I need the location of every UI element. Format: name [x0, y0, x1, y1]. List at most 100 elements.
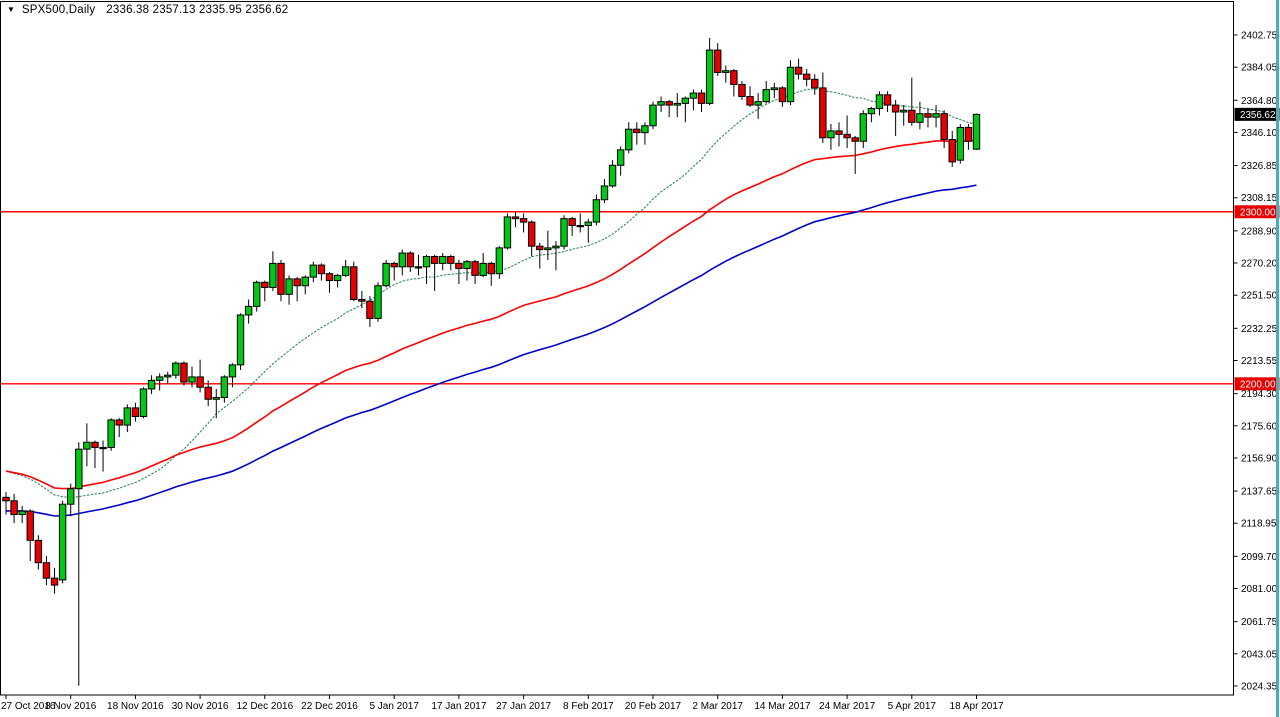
candle-body — [439, 255, 447, 264]
candle-body — [317, 264, 326, 275]
candle-body — [714, 49, 722, 73]
candle-body — [333, 274, 342, 282]
candle-body — [374, 285, 382, 319]
candle-body — [705, 49, 714, 104]
candle-body — [916, 113, 924, 123]
candle-body — [91, 441, 99, 448]
candlestick-chart[interactable]: 2402.75 2384.05 2364.80 2346.10 2326.85 2308.… — [0, 0, 1280, 717]
candle-body — [220, 376, 229, 399]
time-axis-label: 17 Jan 2017 — [431, 701, 486, 712]
candle-body — [155, 376, 164, 381]
ohlc-values: 2336.38 2357.13 2335.95 2356.62 — [106, 4, 289, 16]
time-axis-label: 5 Apr 2017 — [888, 701, 937, 712]
candle-body — [406, 252, 415, 268]
candle-body — [301, 276, 309, 287]
symbol-timeframe-label: SPX500,Daily — [21, 4, 96, 16]
candle-body — [2, 496, 10, 502]
price-axis-label: 2288.90 — [1241, 226, 1278, 237]
candle-body — [536, 245, 544, 251]
candle-body — [932, 113, 940, 118]
candle-body — [511, 216, 520, 220]
candle-body — [26, 510, 34, 541]
candle-body — [576, 225, 584, 228]
candle-body — [811, 78, 819, 89]
price-axis-label: 2061.75 — [1241, 617, 1278, 628]
time-axis-label: 14 Mar 2017 — [754, 701, 811, 712]
candle-body — [649, 104, 657, 127]
candle-body — [875, 94, 884, 110]
time-axis-label: 22 Dec 2016 — [301, 701, 358, 712]
candle-body — [972, 113, 981, 150]
time-axis-label: 18 Nov 2016 — [107, 701, 164, 712]
candle-body — [75, 448, 83, 490]
time-axis-label: 8 Nov 2016 — [45, 701, 97, 712]
time-axis-label: 12 Dec 2016 — [236, 701, 293, 712]
plot-area-frame — [0, 1, 1234, 696]
candle-body — [204, 386, 212, 400]
price-axis[interactable]: 2402.75 2384.05 2364.80 2346.10 2326.85 2308.… — [1233, 31, 1280, 693]
price-axis-label: 2346.10 — [1241, 128, 1278, 139]
candle-body — [414, 266, 423, 269]
price-axis-label: 2326.85 — [1241, 161, 1278, 172]
time-axis-label: 5 Jan 2017 — [369, 701, 419, 712]
candle-body — [681, 97, 690, 104]
candle-body — [503, 216, 512, 249]
candle-body — [859, 113, 867, 142]
candle-body — [544, 247, 552, 251]
candle-body — [422, 255, 431, 268]
candle-body — [956, 126, 965, 161]
time-axis-label: 8 Feb 2017 — [563, 701, 614, 712]
candle-body — [430, 255, 439, 264]
candle-body — [18, 510, 26, 516]
candle-body — [673, 102, 681, 106]
time-axis-label: 24 Mar 2017 — [819, 701, 876, 712]
candle-body — [196, 376, 204, 388]
candle-body — [83, 441, 91, 450]
price-axis-label: 2137.65 — [1241, 487, 1278, 498]
candle-body — [325, 273, 334, 282]
candle-body — [697, 92, 706, 104]
candle-body — [277, 262, 285, 295]
candle-body — [608, 164, 617, 187]
candle-body — [641, 125, 649, 134]
candle-body — [746, 96, 754, 106]
candle-body — [584, 221, 592, 227]
candle-body — [843, 133, 851, 139]
price-axis-label: 2175.60 — [1241, 421, 1278, 432]
candle-body — [794, 66, 803, 75]
symbol-dropdown-icon[interactable]: ▼ — [7, 6, 15, 14]
candle-body — [851, 137, 859, 142]
price-axis-label: 2194.30 — [1241, 389, 1278, 400]
candle-body — [350, 266, 358, 300]
candle-body — [99, 446, 107, 450]
candle-body — [10, 500, 18, 516]
candle-body — [908, 109, 916, 123]
candle-body — [58, 503, 67, 581]
candle-body — [285, 278, 293, 295]
candle-body — [762, 89, 770, 103]
price-axis-label: 2043.05 — [1241, 649, 1278, 660]
candle-body — [471, 261, 479, 276]
candle-body — [67, 488, 75, 505]
candle-body — [147, 379, 156, 390]
time-axis[interactable]: 27 Oct 20168 Nov 2016 18 Nov 2016 30 Nov 2… — [1, 695, 1004, 712]
candle-body — [269, 262, 277, 288]
candle-body — [123, 407, 132, 426]
candle-body — [527, 221, 536, 247]
candle-body — [786, 66, 795, 103]
price-axis-label: 2213.55 — [1241, 356, 1278, 367]
candle-body — [665, 101, 673, 106]
candle-body — [964, 126, 973, 142]
candle-body — [236, 314, 245, 366]
price-axis-label: 2081.00 — [1241, 584, 1278, 595]
hline-price-tag-label: 2300.00 — [1240, 207, 1276, 218]
candle-body — [835, 130, 843, 135]
mt4-chart-window: 2402.75 2384.05 2364.80 2346.10 2326.85 2308.… — [0, 0, 1280, 717]
time-axis-label: 2 Mar 2017 — [692, 701, 743, 712]
candle-body — [172, 362, 180, 376]
candle-body — [633, 128, 641, 134]
candle-body — [261, 281, 269, 288]
price-axis-label: 2270.20 — [1241, 259, 1278, 270]
chart-title-bar: ▼ SPX500,Daily 2336.38 2357.13 2335.95 2… — [7, 4, 288, 16]
candle-body — [390, 262, 398, 268]
